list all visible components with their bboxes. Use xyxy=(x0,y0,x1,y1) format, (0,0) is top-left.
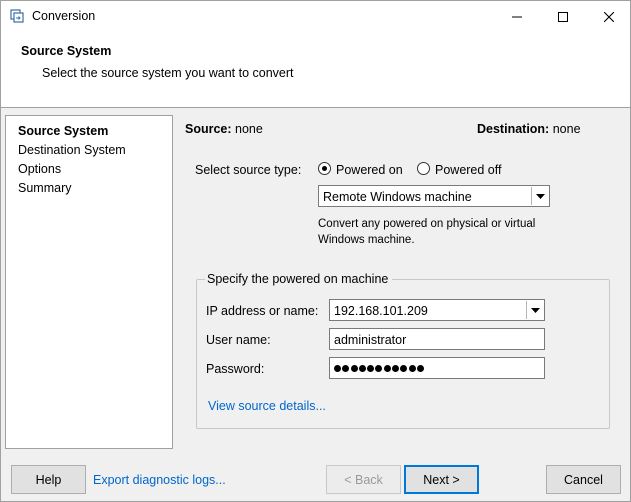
maximize-icon xyxy=(558,11,568,22)
maximize-button[interactable] xyxy=(540,1,586,32)
minimize-icon xyxy=(512,16,522,17)
password-label: Password: xyxy=(206,362,265,376)
powered-off-radio[interactable] xyxy=(417,162,430,175)
username-input[interactable]: administrator xyxy=(329,328,545,350)
password-dot xyxy=(334,365,341,372)
nav-item-destination-system[interactable]: Destination System xyxy=(18,143,126,157)
powered-off-label[interactable]: Powered off xyxy=(435,163,501,177)
powered-on-radio[interactable] xyxy=(318,162,331,175)
password-mask xyxy=(334,365,424,372)
password-input[interactable] xyxy=(329,357,545,379)
machine-group-title: Specify the powered on machine xyxy=(205,272,393,286)
wizard-header: Source System Select the source system y… xyxy=(1,32,630,108)
ip-address-label: IP address or name: xyxy=(206,304,319,318)
window-title: Conversion xyxy=(32,9,96,23)
view-source-details-link[interactable]: View source details... xyxy=(208,399,326,413)
password-dot xyxy=(367,365,375,372)
destination-value: none xyxy=(552,122,581,136)
converter-app-icon xyxy=(10,9,24,23)
dropdown-arrow[interactable] xyxy=(526,301,543,319)
username-value: administrator xyxy=(334,333,407,347)
chevron-down-icon xyxy=(530,307,540,313)
machine-type-value: Remote Windows machine xyxy=(323,190,472,204)
source-type-description: Convert any powered on physical or virtu… xyxy=(318,218,536,246)
chevron-down-icon xyxy=(535,193,545,199)
password-dot xyxy=(416,365,424,372)
password-dot xyxy=(358,365,366,372)
page-subtitle: Select the source system you want to con… xyxy=(42,66,294,80)
machine-type-select[interactable]: Remote Windows machine xyxy=(318,185,550,207)
ip-address-value: 192.168.101.209 xyxy=(334,304,428,318)
radio-selected-dot xyxy=(322,166,327,171)
source-value: none xyxy=(235,122,263,136)
page-title: Source System xyxy=(21,44,112,58)
password-dot xyxy=(375,365,383,372)
password-dot xyxy=(342,365,350,372)
password-dot xyxy=(400,365,408,372)
conversion-window: Conversion Source System Select the sour… xyxy=(0,0,631,502)
dropdown-arrow[interactable] xyxy=(531,187,548,205)
destination-summary: Destination: none xyxy=(477,122,581,136)
source-type-label: Select source type: xyxy=(195,163,302,177)
nav-item-summary[interactable]: Summary xyxy=(18,181,71,195)
powered-on-label[interactable]: Powered on xyxy=(336,163,403,177)
nav-item-options[interactable]: Options xyxy=(18,162,61,176)
nav-item-source-system[interactable]: Source System xyxy=(18,124,108,138)
next-button[interactable]: Next > xyxy=(404,465,479,494)
ip-address-combobox[interactable]: 192.168.101.209 xyxy=(329,299,545,321)
close-button[interactable] xyxy=(586,1,630,32)
minimize-button[interactable] xyxy=(494,1,540,32)
password-dot xyxy=(408,365,416,372)
close-icon xyxy=(604,11,614,22)
destination-label: Destination: xyxy=(477,122,550,136)
password-dot xyxy=(392,365,400,372)
wizard-step-nav: Source System Destination System Options… xyxy=(5,115,173,449)
password-dot xyxy=(350,365,358,372)
source-label: Source: xyxy=(185,122,232,136)
cancel-button[interactable]: Cancel xyxy=(546,465,621,494)
password-dot xyxy=(383,365,391,372)
source-summary: Source: none xyxy=(185,122,263,136)
title-bar: Conversion xyxy=(1,1,630,32)
username-label: User name: xyxy=(206,333,271,347)
export-diagnostic-logs-link[interactable]: Export diagnostic logs... xyxy=(93,473,226,487)
help-button[interactable]: Help xyxy=(11,465,86,494)
back-button[interactable]: < Back xyxy=(326,465,401,494)
